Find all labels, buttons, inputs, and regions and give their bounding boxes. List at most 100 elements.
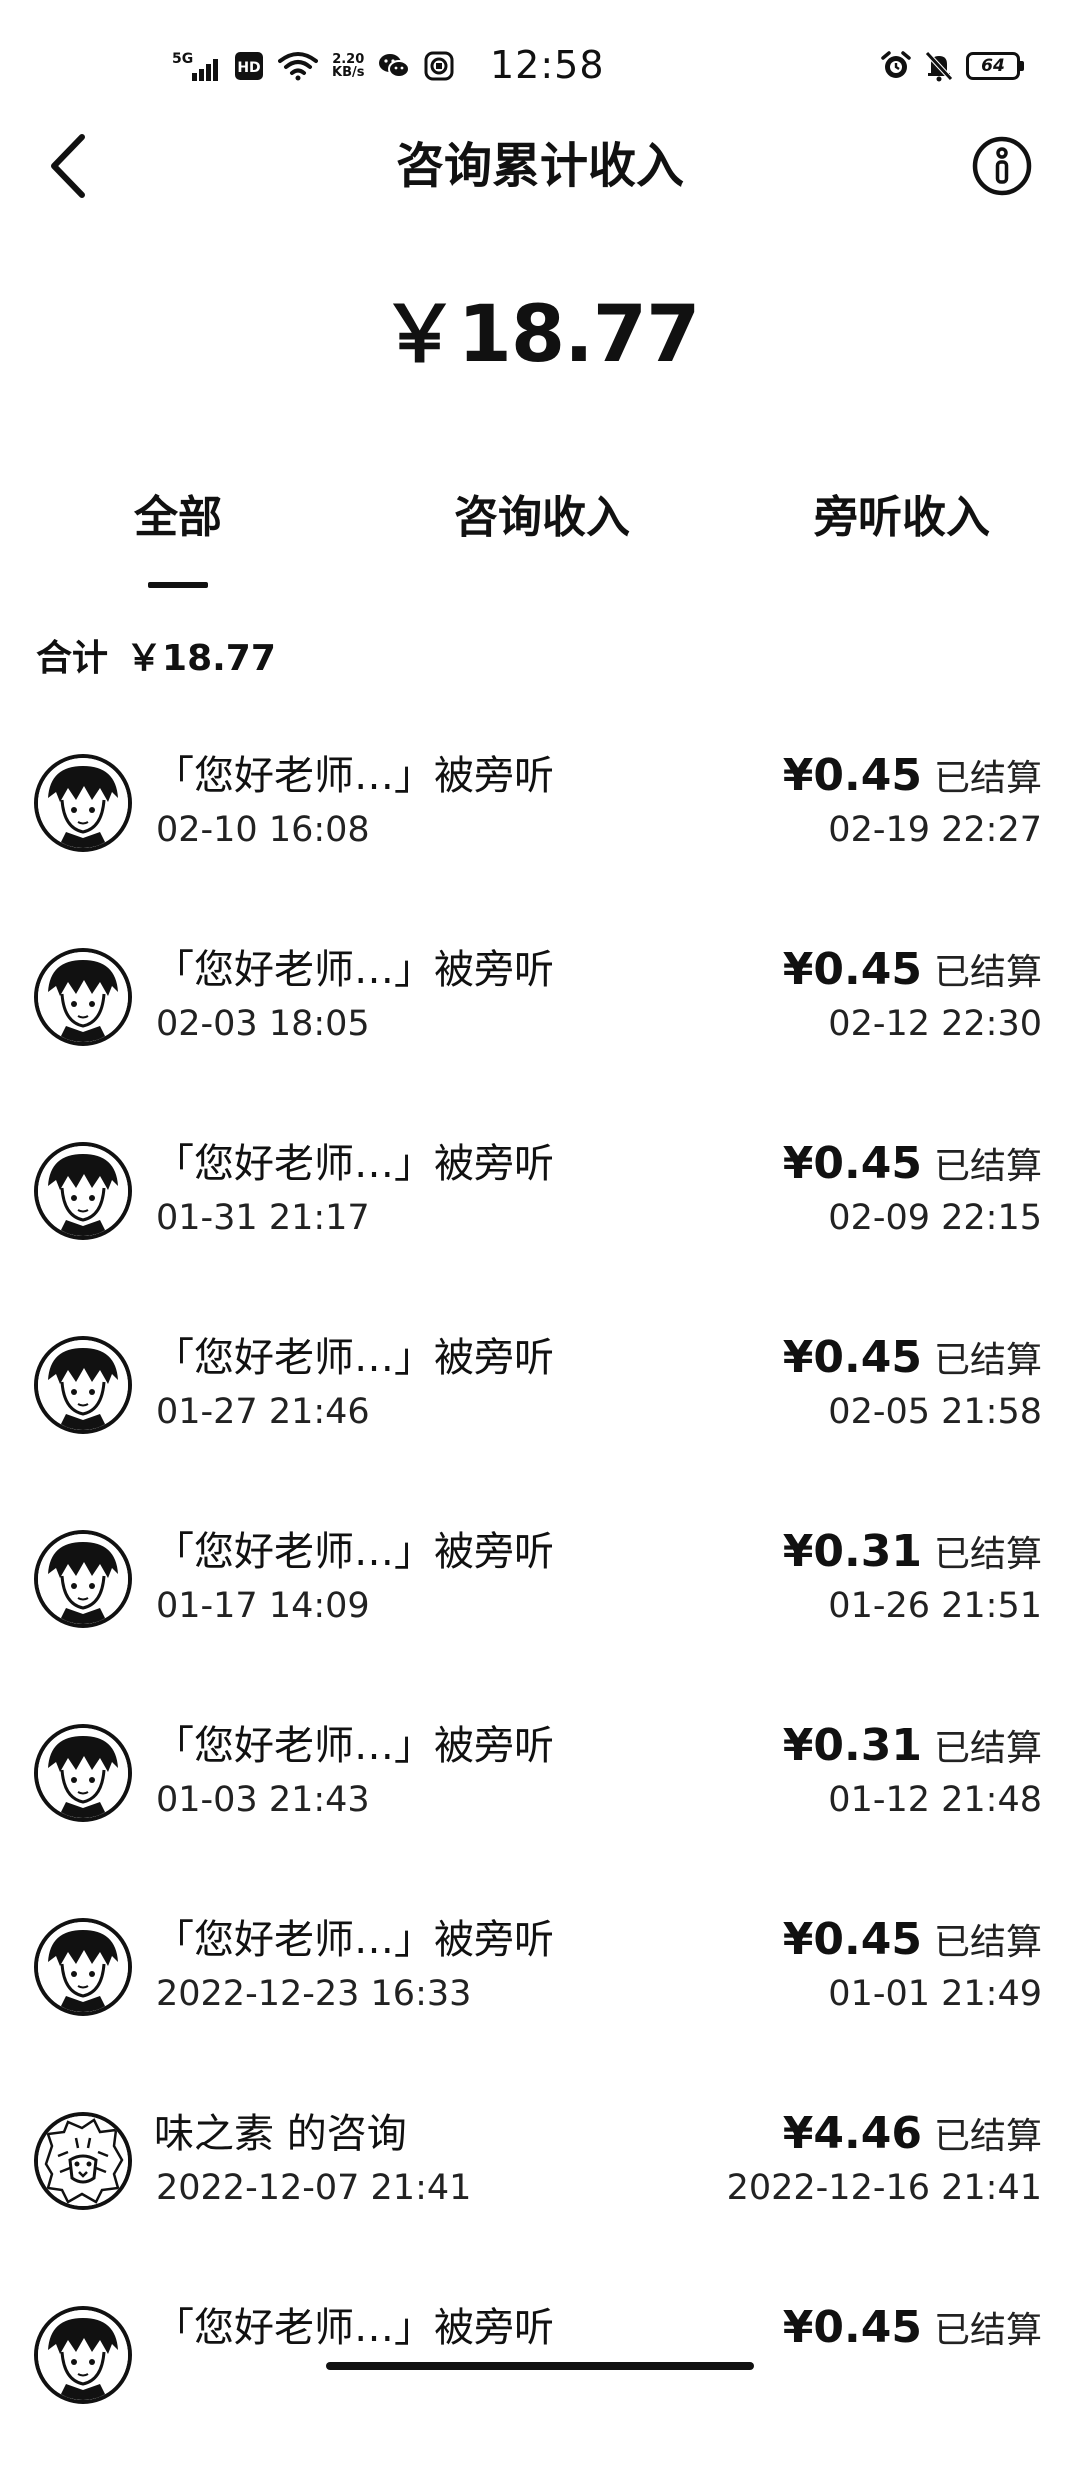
record-date: 02-10 16:08 bbox=[156, 810, 370, 850]
person-avatar-icon bbox=[38, 1922, 128, 2012]
record-settled-time: 02-09 22:15 bbox=[828, 1198, 1042, 1238]
summary-label: 合计 bbox=[36, 638, 109, 679]
record-amount: ¥0.45 bbox=[782, 1138, 922, 1189]
record-status: 已结算 bbox=[933, 1534, 1042, 1575]
avatar bbox=[34, 1142, 132, 1240]
tab-consult-income[interactable]: 咨询收入 bbox=[432, 478, 652, 558]
record-amount-row: ¥0.45 已结算 bbox=[783, 942, 1042, 998]
record-amount: ¥4.46 bbox=[782, 2108, 922, 2159]
record-status: 已结算 bbox=[933, 1922, 1042, 1963]
record-list: 「您好老师…」被旁听 02-10 16:08 ¥0.45 已结算 02-19 2… bbox=[0, 740, 1080, 2486]
avatar bbox=[34, 2306, 132, 2404]
cellular-signal-icon: 5G bbox=[172, 49, 220, 83]
status-bar: 5G HD 2.20 KB/s 12:58 64 bbox=[0, 0, 1080, 130]
record-date: 01-17 14:09 bbox=[156, 1586, 370, 1626]
record-status: 已结算 bbox=[933, 2116, 1042, 2157]
record-title: 「您好老师…」被旁听 bbox=[154, 1723, 554, 1769]
app-notification-icon bbox=[424, 51, 454, 81]
record-status: 已结算 bbox=[933, 2310, 1042, 2351]
battery-icon: 64 bbox=[966, 52, 1024, 80]
record-status: 已结算 bbox=[933, 1340, 1042, 1381]
page-title: 咨询累计收入 bbox=[395, 138, 684, 194]
list-item[interactable]: 「您好老师…」被旁听 01-27 21:46 ¥0.45 已结算 02-05 2… bbox=[0, 1322, 1080, 1516]
record-settled-time: 01-01 21:49 bbox=[828, 1974, 1042, 2014]
record-settled-time: 02-05 21:58 bbox=[828, 1392, 1042, 1432]
avatar bbox=[34, 1336, 132, 1434]
record-date: 01-27 21:46 bbox=[156, 1392, 370, 1432]
record-status: 已结算 bbox=[933, 952, 1042, 993]
record-settled-time: 02-19 22:27 bbox=[828, 810, 1042, 850]
battery-level: 64 bbox=[981, 56, 1005, 76]
record-amount: ¥0.31 bbox=[782, 1720, 922, 1771]
status-time: 12:58 bbox=[490, 43, 605, 87]
record-amount: ¥0.31 bbox=[782, 1526, 922, 1577]
record-settled-time: 2022-12-16 21:41 bbox=[726, 2168, 1042, 2208]
person-avatar-icon bbox=[38, 1728, 128, 1818]
network-type-label: 5G bbox=[172, 51, 193, 67]
record-title: 「您好老师…」被旁听 bbox=[154, 1917, 554, 1963]
info-button[interactable] bbox=[964, 128, 1040, 204]
summary-amount: ￥18.77 bbox=[126, 638, 276, 679]
record-amount: ¥0.45 bbox=[782, 750, 922, 801]
nav-bar: 咨询累计收入 bbox=[0, 120, 1080, 212]
record-settled-time: 01-26 21:51 bbox=[828, 1586, 1042, 1626]
record-amount-row: ¥0.45 已结算 bbox=[783, 2300, 1042, 2356]
person-avatar-icon bbox=[38, 1534, 128, 1624]
lion-avatar-icon bbox=[38, 2116, 128, 2206]
record-amount-row: ¥0.31 已结算 bbox=[783, 1718, 1042, 1774]
list-item[interactable]: 「您好老师…」被旁听 02-10 16:08 ¥0.45 已结算 02-19 2… bbox=[0, 740, 1080, 934]
person-avatar-icon bbox=[38, 758, 128, 848]
list-item[interactable]: 「您好老师…」被旁听 01-17 14:09 ¥0.31 已结算 01-26 2… bbox=[0, 1516, 1080, 1710]
record-amount-row: ¥0.45 已结算 bbox=[783, 1912, 1042, 1968]
record-status: 已结算 bbox=[933, 1728, 1042, 1769]
status-right-icons: 64 bbox=[880, 44, 1024, 88]
list-item[interactable]: 「您好老师…」被旁听 01-03 21:43 ¥0.31 已结算 01-12 2… bbox=[0, 1710, 1080, 1904]
avatar bbox=[34, 1724, 132, 1822]
network-speed-unit: KB/s bbox=[332, 65, 365, 80]
hd-voice-icon: HD bbox=[234, 51, 264, 81]
tab-audit-income[interactable]: 旁听收入 bbox=[792, 478, 1012, 558]
record-amount-row: ¥0.45 已结算 bbox=[783, 1330, 1042, 1386]
list-item[interactable]: 「您好老师…」被旁听 ¥0.45 已结算 bbox=[0, 2292, 1080, 2486]
hd-label: HD bbox=[237, 60, 260, 76]
record-title: 味之素 的咨询 bbox=[154, 2111, 407, 2157]
record-amount-row: ¥4.46 已结算 bbox=[783, 2106, 1042, 2162]
record-title: 「您好老师…」被旁听 bbox=[154, 947, 554, 993]
record-amount-row: ¥0.31 已结算 bbox=[783, 1524, 1042, 1580]
mute-bell-icon bbox=[924, 50, 954, 82]
avatar bbox=[34, 2112, 132, 2210]
record-title: 「您好老师…」被旁听 bbox=[154, 1335, 554, 1381]
record-amount: ¥0.45 bbox=[782, 1914, 922, 1965]
record-title: 「您好老师…」被旁听 bbox=[154, 1529, 554, 1575]
network-speed: 2.20 KB/s bbox=[332, 53, 364, 79]
list-item[interactable]: 味之素 的咨询 2022-12-07 21:41 ¥4.46 已结算 2022-… bbox=[0, 2098, 1080, 2292]
avatar bbox=[34, 1918, 132, 2016]
record-title: 「您好老师…」被旁听 bbox=[154, 753, 554, 799]
record-date: 01-31 21:17 bbox=[156, 1198, 370, 1238]
record-settled-time: 01-12 21:48 bbox=[828, 1780, 1042, 1820]
tab-all[interactable]: 全部 bbox=[98, 478, 258, 558]
wifi-icon bbox=[278, 51, 318, 81]
avatar bbox=[34, 948, 132, 1046]
person-avatar-icon bbox=[38, 1340, 128, 1430]
person-avatar-icon bbox=[38, 1146, 128, 1236]
record-date: 01-03 21:43 bbox=[156, 1780, 370, 1820]
record-amount-row: ¥0.45 已结算 bbox=[783, 1136, 1042, 1192]
list-item[interactable]: 「您好老师…」被旁听 02-03 18:05 ¥0.45 已结算 02-12 2… bbox=[0, 934, 1080, 1128]
wechat-icon bbox=[378, 51, 411, 81]
person-avatar-icon bbox=[38, 2310, 128, 2400]
record-amount: ¥0.45 bbox=[782, 1332, 922, 1383]
summary-line: 合计 ￥18.77 bbox=[36, 632, 276, 686]
list-item[interactable]: 「您好老师…」被旁听 2022-12-23 16:33 ¥0.45 已结算 01… bbox=[0, 1904, 1080, 2098]
record-amount: ¥0.45 bbox=[782, 2302, 922, 2353]
avatar bbox=[34, 1530, 132, 1628]
record-date: 2022-12-23 16:33 bbox=[156, 1974, 472, 2014]
record-title: 「您好老师…」被旁听 bbox=[154, 2305, 554, 2351]
record-amount: ¥0.45 bbox=[782, 944, 922, 995]
alarm-icon bbox=[880, 50, 912, 82]
list-item[interactable]: 「您好老师…」被旁听 01-31 21:17 ¥0.45 已结算 02-09 2… bbox=[0, 1128, 1080, 1322]
record-date: 02-03 18:05 bbox=[156, 1004, 370, 1044]
total-income-amount: ￥18.77 bbox=[380, 290, 701, 380]
active-tab-indicator bbox=[148, 582, 208, 588]
info-icon bbox=[972, 136, 1032, 196]
